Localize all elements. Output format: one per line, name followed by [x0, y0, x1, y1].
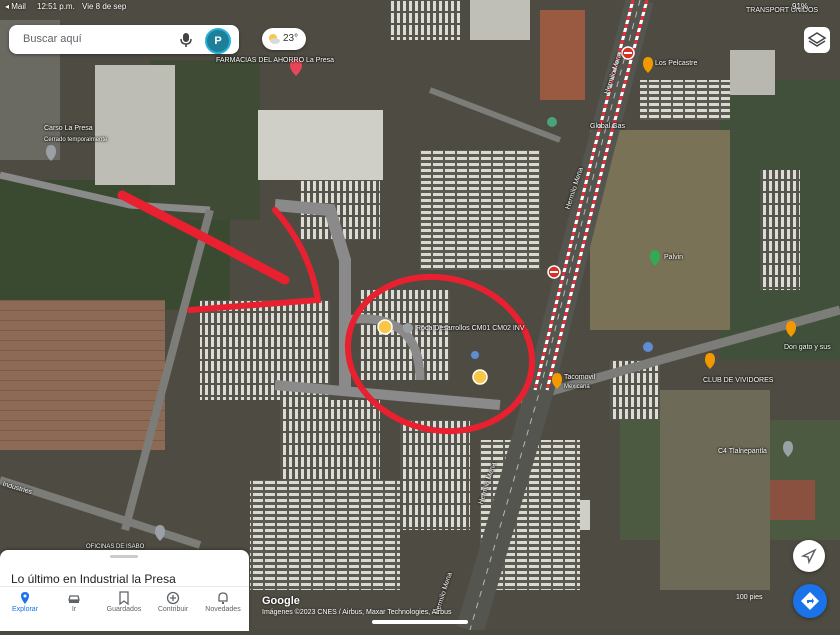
bottom-nav: Explorar Ir Guardados Contribuir Novedad…	[0, 586, 249, 631]
bookmark-icon	[119, 591, 129, 605]
nav-go[interactable]: Ir	[49, 589, 99, 613]
directions-button[interactable]	[793, 584, 827, 618]
nav-updates[interactable]: Novedades	[198, 589, 248, 613]
poi-label-palvin[interactable]: Palvin	[664, 254, 683, 261]
car-icon	[68, 595, 80, 603]
status-battery: 91%	[792, 2, 809, 11]
google-logo: Google	[262, 595, 300, 607]
search-bar[interactable]: Buscar aquí P	[9, 25, 239, 54]
search-input[interactable]: Buscar aquí	[23, 33, 82, 45]
nav-contribute[interactable]: Contribuir	[148, 589, 198, 613]
scale-label: 100 pies	[736, 594, 763, 601]
poi-label-los-pelcastre[interactable]: Los Pelcastre	[655, 60, 697, 67]
poi-label-farmacias[interactable]: FARMACIAS DEL AHORRO La Presa	[216, 57, 334, 64]
temperature: 23°	[283, 33, 299, 44]
nav-explore[interactable]: Explorar	[0, 589, 50, 613]
directions-icon	[801, 592, 819, 610]
bell-icon	[218, 592, 228, 604]
weather-chip[interactable]: 23°	[262, 28, 306, 50]
status-time: 12:51 p.m.	[37, 2, 75, 11]
partly-cloudy-icon	[269, 34, 280, 44]
layers-button[interactable]	[804, 27, 830, 53]
satellite-map[interactable]	[0, 0, 840, 634]
poi-label-roca[interactable]: Roca Desarrollos CM01 CM02 INV	[416, 325, 525, 332]
navigation-arrow-icon	[800, 548, 817, 565]
poi-label-global-gas[interactable]: Global Gas	[590, 123, 625, 130]
plus-circle-icon	[166, 591, 180, 605]
microphone-icon[interactable]	[179, 32, 193, 48]
imagery-attribution[interactable]: Imágenes ©2023 CNES / Airbus, Maxar Tech…	[262, 609, 451, 616]
sheet-handle[interactable]	[110, 555, 138, 558]
home-indicator[interactable]	[372, 620, 468, 624]
poi-sub-tacomovil: Mexicana	[564, 384, 590, 390]
compass-button[interactable]	[793, 540, 825, 572]
location-pin-icon	[21, 592, 29, 604]
poi-label-carso[interactable]: Carso La Presa	[44, 125, 93, 132]
poi-status-carso: Cerrado temporalmente	[44, 137, 108, 143]
sheet-title: Lo último en Industrial la Presa	[11, 572, 176, 586]
satellite-imagery	[0, 0, 840, 634]
poi-label-c4[interactable]: C4 Tlalnepantla	[718, 448, 767, 455]
status-carrier: ◂ Mail	[5, 2, 26, 11]
poi-label-club[interactable]: CLUB DE VIVIDORES	[703, 377, 773, 384]
nav-saved[interactable]: Guardados	[99, 589, 149, 613]
poi-label-tacomovil[interactable]: Tacomovil	[564, 374, 595, 381]
poi-label-don-gato[interactable]: Don gato y sus	[784, 344, 831, 351]
layers-icon	[807, 32, 827, 47]
status-date: Vie 8 de sep	[82, 2, 127, 11]
avatar[interactable]: P	[205, 28, 231, 54]
